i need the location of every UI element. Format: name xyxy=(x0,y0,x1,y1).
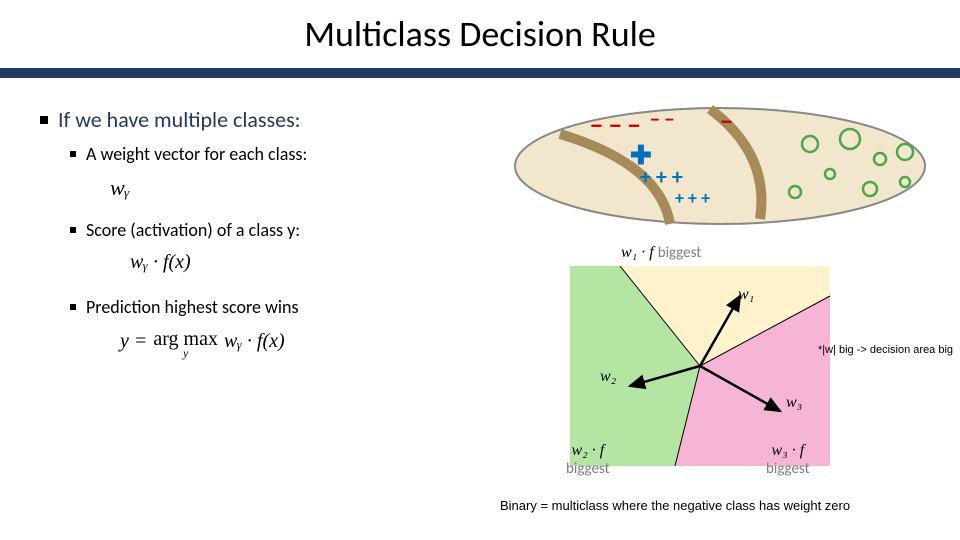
scatter-illustration: − − − − − − + + + + + + ✚ xyxy=(510,104,930,229)
scatter-svg: − − − − − − + + + + + + ✚ xyxy=(510,104,930,229)
argmax-op: arg max y xyxy=(153,330,218,359)
decision-diagram: w₁ · f biggest w₁ w₂ w₃ w₂ · fbiggest w₃… xyxy=(570,266,830,466)
svg-text:− −: − − xyxy=(650,108,674,132)
label-w3f: w₃ · fbiggest xyxy=(766,442,810,478)
argmax-lhs: y = xyxy=(120,330,147,353)
label-w2: w₂ xyxy=(600,368,616,386)
bullet-sub3-text: Prediction highest score wins xyxy=(86,296,299,318)
svg-text:+ + +: + + + xyxy=(675,187,710,209)
footer-note: Binary = multiclass where the negative c… xyxy=(500,498,850,513)
page-title: Multiclass Decision Rule xyxy=(0,0,960,68)
argmax-rhs: wᵧ · f(x) xyxy=(224,330,285,353)
label-w2f: w₂ · fbiggest xyxy=(566,442,610,478)
bullet-icon xyxy=(70,304,76,310)
bullet-icon xyxy=(40,116,48,124)
title-divider xyxy=(0,68,960,78)
svg-text:✚: ✚ xyxy=(630,139,652,171)
svg-text:− − −: − − − xyxy=(590,109,641,141)
bullet-main-text: If we have multiple classes: xyxy=(58,106,301,133)
bullet-icon xyxy=(70,227,76,233)
label-w1: w₁ xyxy=(738,286,754,304)
bullet-sub1-text: A weight vector for each class: xyxy=(86,143,307,165)
bullet-sub2-text: Score (activation) of a class y: xyxy=(86,219,300,241)
decision-svg xyxy=(570,266,830,466)
bullet-icon xyxy=(70,151,76,157)
label-w3: w₃ xyxy=(786,394,802,412)
svg-text:−: − xyxy=(720,105,733,137)
side-note: *|w| big -> decision area big xyxy=(818,344,953,356)
label-w1f: w₁ · f biggest xyxy=(621,244,701,262)
math-score: wᵧ · f(x) xyxy=(130,251,960,274)
